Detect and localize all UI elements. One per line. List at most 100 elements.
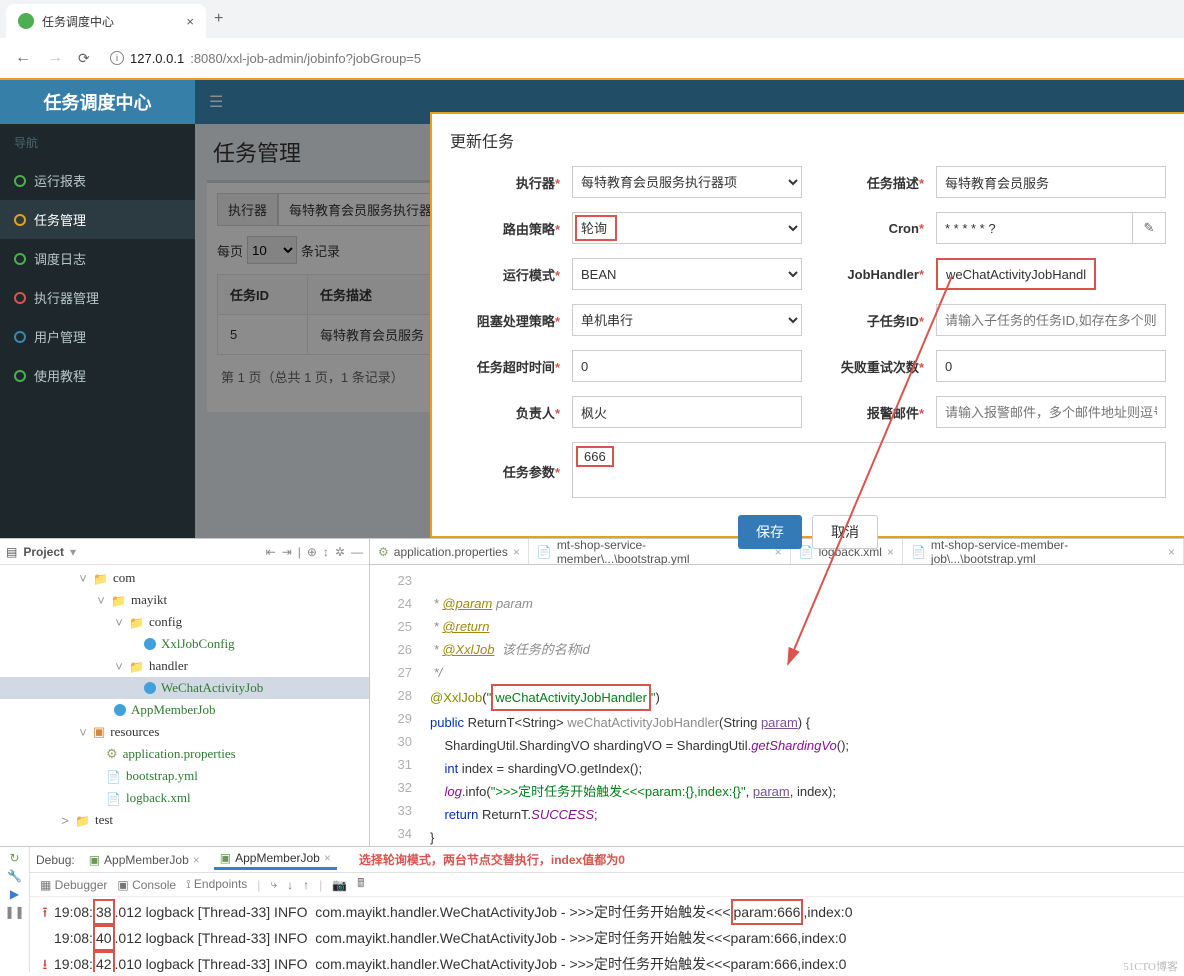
sidebar-item-log[interactable]: 调度日志	[0, 239, 195, 278]
tree-file-appmemberjob[interactable]: AppMemberJob	[0, 699, 369, 721]
tree-file-approps[interactable]: application.properties	[0, 743, 369, 765]
child-input[interactable]	[936, 304, 1166, 336]
debug-tab1[interactable]: ▣AppMemberJob×	[83, 851, 206, 869]
tab-console[interactable]: ▣ Console	[117, 878, 176, 892]
ide-area: ▤ Project ▾ ⇤ ⇥ | ⊕ ↕ ✲ — ˅com ˅mayikt ˅…	[0, 538, 1184, 846]
tool-icon[interactable]: 🔧	[7, 869, 22, 883]
save-button[interactable]: 保存	[738, 515, 802, 549]
debug-tool-row: ▦ Debugger ▣ Console ⟟ Endpoints | ⤷ ↓ ↑…	[30, 873, 1184, 897]
hide-icon[interactable]: —	[351, 545, 363, 559]
yml-icon	[106, 769, 121, 784]
close-icon[interactable]: ×	[186, 14, 194, 29]
calc-icon[interactable]: 🖩	[357, 874, 364, 895]
tree-folder-handler[interactable]: ˅handler	[0, 655, 369, 677]
rerun-icon[interactable]: ↻	[9, 851, 19, 865]
sidebar-item-report[interactable]: 运行报表	[0, 161, 195, 200]
tree-folder-resources[interactable]: ˅▣resources	[0, 721, 369, 743]
gear-icon[interactable]: ✲	[335, 545, 345, 559]
label-cron: Cron*	[814, 221, 924, 236]
retry-input[interactable]	[936, 350, 1166, 382]
project-header: ▤ Project ▾ ⇤ ⇥ | ⊕ ↕ ✲ —	[0, 539, 369, 565]
cron-input[interactable]	[936, 212, 1132, 244]
sidebar-item-user[interactable]: 用户管理	[0, 317, 195, 356]
reload-button[interactable]: ⟳	[78, 50, 96, 67]
executor-select[interactable]: 每特教育会员服务执行器项	[572, 166, 802, 198]
tab-debugger[interactable]: ▦ Debugger	[40, 878, 107, 892]
properties-icon	[106, 746, 118, 762]
brand: 任务调度中心	[0, 80, 195, 124]
step-over-icon[interactable]: ⤷	[270, 877, 277, 892]
camera-icon[interactable]: 📷	[332, 878, 347, 892]
owner-input[interactable]	[572, 396, 802, 428]
cancel-button[interactable]: 取消	[812, 515, 878, 549]
debug-tab2[interactable]: ▣AppMemberJob×	[214, 849, 337, 870]
debug-note: 选择轮询模式，两台节点交替执行，index值都为0	[359, 851, 625, 868]
console-output[interactable]: ⭱19:08:38.012 logback [Thread-33] INFO c…	[30, 897, 1184, 972]
label-task-desc: 任务描述*	[814, 173, 924, 192]
debug-tabs: Debug: ▣AppMemberJob× ▣AppMemberJob× 选择轮…	[30, 847, 1184, 873]
project-pane: ▤ Project ▾ ⇤ ⇥ | ⊕ ↕ ✲ — ˅com ˅mayikt ˅…	[0, 539, 370, 846]
chevron-down-icon[interactable]: ▾	[70, 545, 76, 559]
expand-icon[interactable]: ⇥	[282, 545, 292, 559]
step-out-icon[interactable]: ↑	[303, 878, 309, 892]
code[interactable]: * @param param * @return * @XxlJob 该任务的名…	[420, 565, 1184, 846]
tab-title: 任务调度中心	[42, 13, 178, 30]
sidebar-item-executor[interactable]: 执行器管理	[0, 278, 195, 317]
forward-button[interactable]: →	[46, 49, 64, 67]
cron-edit-button[interactable]: ✎	[1132, 212, 1166, 244]
mode-select[interactable]: BEAN	[572, 258, 802, 290]
circle-icon	[14, 292, 26, 304]
resume-icon[interactable]: ▶	[10, 887, 19, 901]
sort-icon[interactable]: ↕	[323, 545, 329, 559]
circle-icon	[14, 214, 26, 226]
sidebar-item-help[interactable]: 使用教程	[0, 356, 195, 395]
params-textarea[interactable]	[572, 442, 1166, 498]
project-tree[interactable]: ˅com ˅mayikt ˅config XxlJobConfig ˅handl…	[0, 565, 369, 846]
editor-body[interactable]: 23242526272829303132333435 * @param para…	[370, 565, 1184, 846]
tab-favicon-icon	[18, 13, 34, 29]
url-box[interactable]: i 127.0.0.1:8080/xxl-job-admin/jobinfo?j…	[110, 51, 421, 66]
label-params: 任务参数*	[450, 462, 560, 481]
circle-icon	[14, 331, 26, 343]
tree-file-bootstrap[interactable]: bootstrap.yml	[0, 765, 369, 787]
label-owner: 负责人*	[450, 403, 560, 422]
task-desc-input[interactable]	[936, 166, 1166, 198]
step-into-icon[interactable]: ↓	[287, 878, 293, 892]
block-select[interactable]: 单机串行	[572, 304, 802, 336]
alarm-input[interactable]	[936, 396, 1166, 428]
tab-endpoints[interactable]: ⟟ Endpoints	[186, 877, 247, 892]
browser-chrome: 任务调度中心 × + ← → ⟳ i 127.0.0.1:8080/xxl-jo…	[0, 0, 1184, 80]
app-area: 任务调度中心 导航 运行报表 任务管理 调度日志 执行器管理 用户管理 使用教程…	[0, 80, 1184, 538]
close-icon[interactable]: ×	[1168, 545, 1175, 559]
label-handler: JobHandler*	[814, 267, 924, 282]
timeout-input[interactable]	[572, 350, 802, 382]
url-path: :8080/xxl-job-admin/jobinfo?jobGroup=5	[190, 51, 421, 66]
sidebar-item-task[interactable]: 任务管理	[0, 200, 195, 239]
back-button[interactable]: ←	[14, 49, 32, 67]
jobhandler-input[interactable]	[936, 258, 1096, 290]
tree-folder-test[interactable]: ˃test	[0, 809, 369, 831]
folder-icon	[75, 813, 90, 828]
target-icon[interactable]: ⊕	[307, 545, 317, 559]
pause-icon[interactable]: ❚❚	[4, 905, 24, 919]
tree-folder-com[interactable]: ˅com	[0, 567, 369, 589]
cron-wrap: ✎	[936, 212, 1166, 244]
tree-file-xxljobconfig[interactable]: XxlJobConfig	[0, 633, 369, 655]
gutter: 23242526272829303132333435	[370, 565, 420, 846]
new-tab-button[interactable]: +	[214, 10, 223, 28]
site-info-icon[interactable]: i	[110, 51, 124, 65]
tree-file-wechatactivityjob[interactable]: WeChatActivityJob	[0, 677, 369, 699]
debug-main: Debug: ▣AppMemberJob× ▣AppMemberJob× 选择轮…	[30, 847, 1184, 972]
tree-file-logback[interactable]: logback.xml	[0, 787, 369, 809]
collapse-icon[interactable]: ⇤	[266, 545, 276, 559]
label-executor: 执行器*	[450, 173, 560, 192]
project-tool-icon[interactable]: ▤	[6, 545, 17, 559]
label-mode: 运行模式*	[450, 265, 560, 284]
tree-folder-mayikt[interactable]: ˅mayikt	[0, 589, 369, 611]
route-select[interactable]: 轮询	[572, 212, 802, 244]
browser-tab[interactable]: 任务调度中心 ×	[6, 4, 206, 38]
watermark: 51CTO博客	[1123, 958, 1178, 974]
update-task-modal: 更新任务 执行器* 每特教育会员服务执行器项 任务描述* 路由策略* 轮询 Cr…	[430, 112, 1184, 538]
project-label: Project	[23, 545, 64, 559]
tree-folder-config[interactable]: ˅config	[0, 611, 369, 633]
